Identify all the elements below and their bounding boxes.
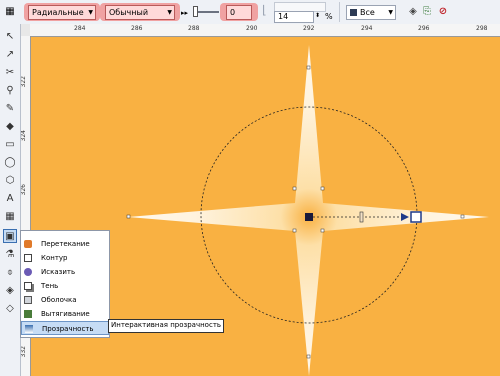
shadow-icon — [24, 282, 32, 290]
text-tool-icon[interactable]: A — [3, 192, 17, 206]
effects-flyout-menu: Перетекание Контур Исказить Тень Оболочк… — [20, 230, 110, 338]
ellipse-tool-icon[interactable]: ◯ — [3, 156, 17, 170]
flyout-item-label: Перетекание — [41, 240, 90, 248]
chevron-down-icon: ▼ — [388, 9, 393, 16]
crop-tool-icon[interactable]: ✂ — [3, 66, 17, 80]
opacity-slider[interactable]: ▸▸ — [181, 5, 221, 19]
flyout-item-label: Контур — [41, 254, 68, 262]
flyout-item-label: Прозрачность — [42, 325, 94, 333]
node-handle — [320, 186, 325, 191]
flyout-item-shadow[interactable]: Тень — [21, 279, 109, 293]
ruler-label: 296 — [418, 25, 430, 32]
gradient-end-handle — [410, 211, 422, 223]
rectangle-tool-icon[interactable]: ▭ — [3, 138, 17, 152]
ruler-label: 324 — [20, 130, 27, 142]
blend-icon — [24, 240, 32, 248]
horizontal-ruler[interactable]: 284 286 288 290 292 294 296 298 — [30, 24, 500, 37]
flyout-item-blend[interactable]: Перетекание — [21, 237, 109, 251]
chevron-down-icon: ▼ — [88, 9, 93, 16]
gradient-start-handle — [305, 213, 313, 221]
node-handle — [292, 186, 297, 191]
transparency-tool-icon: ▦ — [5, 6, 15, 17]
flyout-item-contour[interactable]: Контур — [21, 251, 109, 265]
node-handle — [292, 228, 297, 233]
opacity-value: 0 — [230, 8, 236, 17]
node-handle — [460, 214, 465, 219]
contour-icon — [24, 254, 32, 262]
slider-left-icon: ▸▸ — [181, 9, 189, 17]
interactive-fill-tool-icon[interactable]: ◇ — [3, 302, 17, 316]
table-tool-icon[interactable]: ▦ — [3, 210, 17, 224]
ruler-label: 284 — [74, 25, 86, 32]
ruler-label: 288 — [188, 25, 200, 32]
transparency-icon — [25, 325, 33, 333]
flyout-item-label: Оболочка — [41, 296, 77, 304]
extrude-icon — [24, 310, 32, 318]
ruler-label: 286 — [131, 25, 143, 32]
flyout-item-distort[interactable]: Исказить — [21, 265, 109, 279]
clear-transparency-icon[interactable]: ⊘ — [436, 5, 450, 19]
pick-tool-icon[interactable]: ↖ — [3, 30, 17, 44]
transparency-mode-value: Обычный — [109, 8, 149, 17]
edge-pad-input[interactable]: 14 — [274, 11, 314, 23]
interactive-effects-tool-icon[interactable]: ▣ — [3, 229, 17, 243]
freeze-icon[interactable]: ◈ — [406, 5, 420, 19]
edge-pad-value: 14 — [278, 12, 289, 21]
flyout-item-label: Тень — [41, 282, 59, 290]
node-handle — [126, 214, 131, 219]
zoom-tool-icon[interactable]: ⚲ — [3, 84, 17, 98]
flyout-item-envelope[interactable]: Оболочка — [21, 293, 109, 307]
eyedropper-tool-icon[interactable]: ⚗ — [3, 248, 17, 262]
fill-icon — [350, 9, 357, 16]
freehand-tool-icon[interactable]: ✎ — [3, 102, 17, 116]
ruler-label: 298 — [476, 25, 488, 32]
transparency-type-value: Радиальные — [32, 8, 84, 17]
toolbox: ↖ ↗ ✂ ⚲ ✎ ◆ ▭ ◯ ⬡ A ▦ ▣ ⚗ ⌽ ◈ ◇ — [0, 24, 21, 376]
apply-to-value: Все — [360, 8, 375, 17]
flyout-item-transparency[interactable]: Прозрачность — [21, 321, 109, 335]
property-bar: ▦ Радиальные ▼ Обычный ▼ ▸▸ 0 ⌊ 14 ⬍ % В… — [0, 0, 500, 25]
midpoint-slider — [359, 211, 364, 223]
transparency-mode-dropdown[interactable]: Обычный ▼ — [105, 5, 175, 20]
ruler-label: 294 — [361, 25, 373, 32]
ruler-label: 326 — [20, 184, 27, 196]
polygon-tool-icon[interactable]: ⬡ — [3, 174, 17, 188]
smart-fill-tool-icon[interactable]: ◆ — [3, 120, 17, 134]
apply-to-dropdown[interactable]: Все ▼ — [346, 5, 396, 20]
node-handle — [320, 228, 325, 233]
ruler-label: 292 — [303, 25, 315, 32]
ruler-label: 322 — [20, 76, 27, 88]
edge-icon: ⌊ — [262, 3, 267, 17]
spinner-icon[interactable]: ⬍ — [315, 12, 320, 19]
ruler-label: 290 — [246, 25, 258, 32]
flyout-item-extrude[interactable]: Вытягивание — [21, 307, 109, 321]
node-handle — [306, 65, 311, 70]
separator — [339, 2, 340, 22]
outline-tool-icon[interactable]: ⌽ — [3, 266, 17, 280]
percent-label: % — [325, 12, 333, 21]
slider-thumb[interactable] — [193, 6, 198, 17]
flyout-item-label: Исказить — [41, 268, 76, 276]
flyout-item-label: Вытягивание — [41, 310, 90, 318]
tooltip: Интерактивная прозрачность — [108, 319, 225, 333]
envelope-icon — [24, 296, 32, 304]
fill-tool-icon[interactable]: ◈ — [3, 284, 17, 298]
transparency-type-dropdown[interactable]: Радиальные ▼ — [28, 5, 96, 20]
node-handle — [306, 354, 311, 359]
chevron-down-icon: ▼ — [167, 9, 172, 16]
copy-transparency-icon[interactable]: ⎘ — [420, 5, 434, 19]
opacity-input[interactable]: 0 — [226, 5, 252, 20]
distort-icon — [24, 268, 32, 276]
ruler-label: 332 — [20, 346, 27, 358]
shape-tool-icon[interactable]: ↗ — [3, 48, 17, 62]
